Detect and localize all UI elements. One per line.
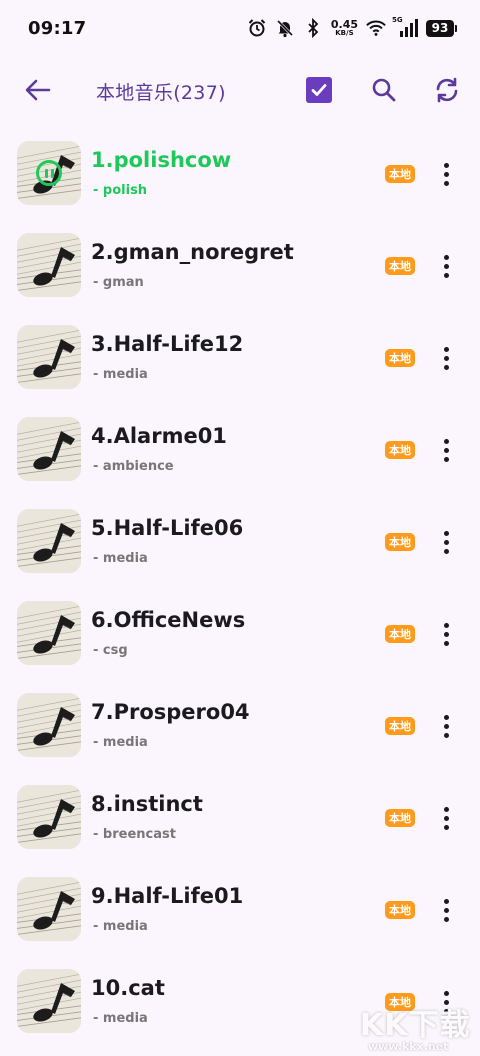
local-badge: 本地	[385, 901, 415, 919]
local-badge: 本地	[385, 349, 415, 367]
local-badge: 本地	[385, 441, 415, 459]
album-art	[17, 601, 81, 665]
album-art	[17, 233, 81, 297]
song-row[interactable]: 5.Half-Life06 - media 本地	[0, 496, 480, 588]
more-options-icon[interactable]	[434, 250, 458, 282]
song-row[interactable]: 4.Alarme01 - ambience 本地	[0, 404, 480, 496]
song-artist: - ambience	[93, 459, 174, 474]
song-row[interactable]: 2.gman_noregret - gman 本地	[0, 220, 480, 312]
status-bar: 09:17 0.45 KB/S 5G 93	[0, 0, 480, 56]
album-art	[17, 509, 81, 573]
network-type: 5G	[392, 16, 403, 24]
song-title: 7.Prospero04	[91, 700, 250, 724]
search-icon	[372, 78, 396, 102]
song-artist: - csg	[93, 643, 128, 658]
song-title: 5.Half-Life06	[91, 516, 244, 540]
more-options-icon[interactable]	[434, 158, 458, 190]
more-options-icon[interactable]	[434, 618, 458, 650]
local-badge: 本地	[385, 257, 415, 275]
pause-icon[interactable]	[36, 160, 62, 186]
status-icons: 0.45 KB/S 5G 93	[247, 16, 457, 38]
song-artist: - media	[93, 919, 148, 934]
song-row[interactable]: 7.Prospero04 - media 本地	[0, 680, 480, 772]
song-row[interactable]: 10.cat - media 本地	[0, 956, 480, 1048]
top-app-bar: 本地音乐(237)	[0, 60, 480, 122]
album-art	[17, 417, 81, 481]
song-row[interactable]: 9.Half-Life01 - media 本地	[0, 864, 480, 956]
song-artist: - polish	[93, 183, 148, 198]
checkbox-icon	[311, 84, 327, 96]
search-button[interactable]	[368, 74, 400, 106]
album-art	[17, 785, 81, 849]
wifi-icon	[366, 18, 386, 38]
album-art	[17, 877, 81, 941]
song-row[interactable]: 8.instinct - breencast 本地	[0, 772, 480, 864]
more-options-icon[interactable]	[434, 802, 458, 834]
album-art	[17, 969, 81, 1033]
song-title: 8.instinct	[91, 792, 203, 816]
more-options-icon[interactable]	[434, 710, 458, 742]
bluetooth-icon	[303, 18, 323, 38]
song-title: 1.polishcow	[91, 148, 232, 172]
album-art	[17, 693, 81, 757]
song-title: 2.gman_noregret	[91, 240, 294, 264]
alarm-icon	[247, 18, 267, 38]
network-speed: 0.45 KB/S	[331, 19, 358, 37]
signal-icon: 5G	[392, 16, 418, 38]
song-artist: - media	[93, 367, 148, 382]
net-speed-unit: KB/S	[335, 29, 354, 37]
song-artist: - media	[93, 551, 148, 566]
mute-bell-icon	[275, 18, 295, 38]
battery-icon: 93	[426, 19, 457, 37]
local-badge: 本地	[385, 625, 415, 643]
local-badge: 本地	[385, 165, 415, 183]
song-row[interactable]: 3.Half-Life12 - media 本地	[0, 312, 480, 404]
more-options-icon[interactable]	[434, 986, 458, 1018]
more-options-icon[interactable]	[434, 342, 458, 374]
local-badge: 本地	[385, 533, 415, 551]
more-options-icon[interactable]	[434, 526, 458, 558]
album-art	[17, 325, 81, 389]
song-list: 1.polishcow - polish 本地 2.gman_noregret - gm…	[0, 128, 480, 1048]
back-arrow-icon	[25, 79, 51, 101]
song-title: 4.Alarme01	[91, 424, 227, 448]
song-artist: - media	[93, 1011, 148, 1026]
song-title: 9.Half-Life01	[91, 884, 244, 908]
song-title: 10.cat	[91, 976, 165, 1000]
song-title: 6.OfficeNews	[91, 608, 246, 632]
select-all-button[interactable]	[306, 77, 332, 103]
song-title: 3.Half-Life12	[91, 332, 244, 356]
page-title: 本地音乐(237)	[96, 82, 226, 104]
local-badge: 本地	[385, 809, 415, 827]
song-artist: - breencast	[93, 827, 176, 842]
refresh-icon	[436, 77, 458, 103]
album-art	[17, 141, 81, 205]
status-time: 09:17	[28, 17, 87, 39]
local-badge: 本地	[385, 993, 415, 1011]
local-badge: 本地	[385, 717, 415, 735]
refresh-button[interactable]	[431, 74, 463, 106]
song-artist: - media	[93, 735, 148, 750]
more-options-icon[interactable]	[434, 894, 458, 926]
song-artist: - gman	[93, 275, 144, 290]
song-row[interactable]: 6.OfficeNews - csg 本地	[0, 588, 480, 680]
more-options-icon[interactable]	[434, 434, 458, 466]
song-row[interactable]: 1.polishcow - polish 本地	[0, 128, 480, 220]
back-button[interactable]	[22, 74, 54, 106]
